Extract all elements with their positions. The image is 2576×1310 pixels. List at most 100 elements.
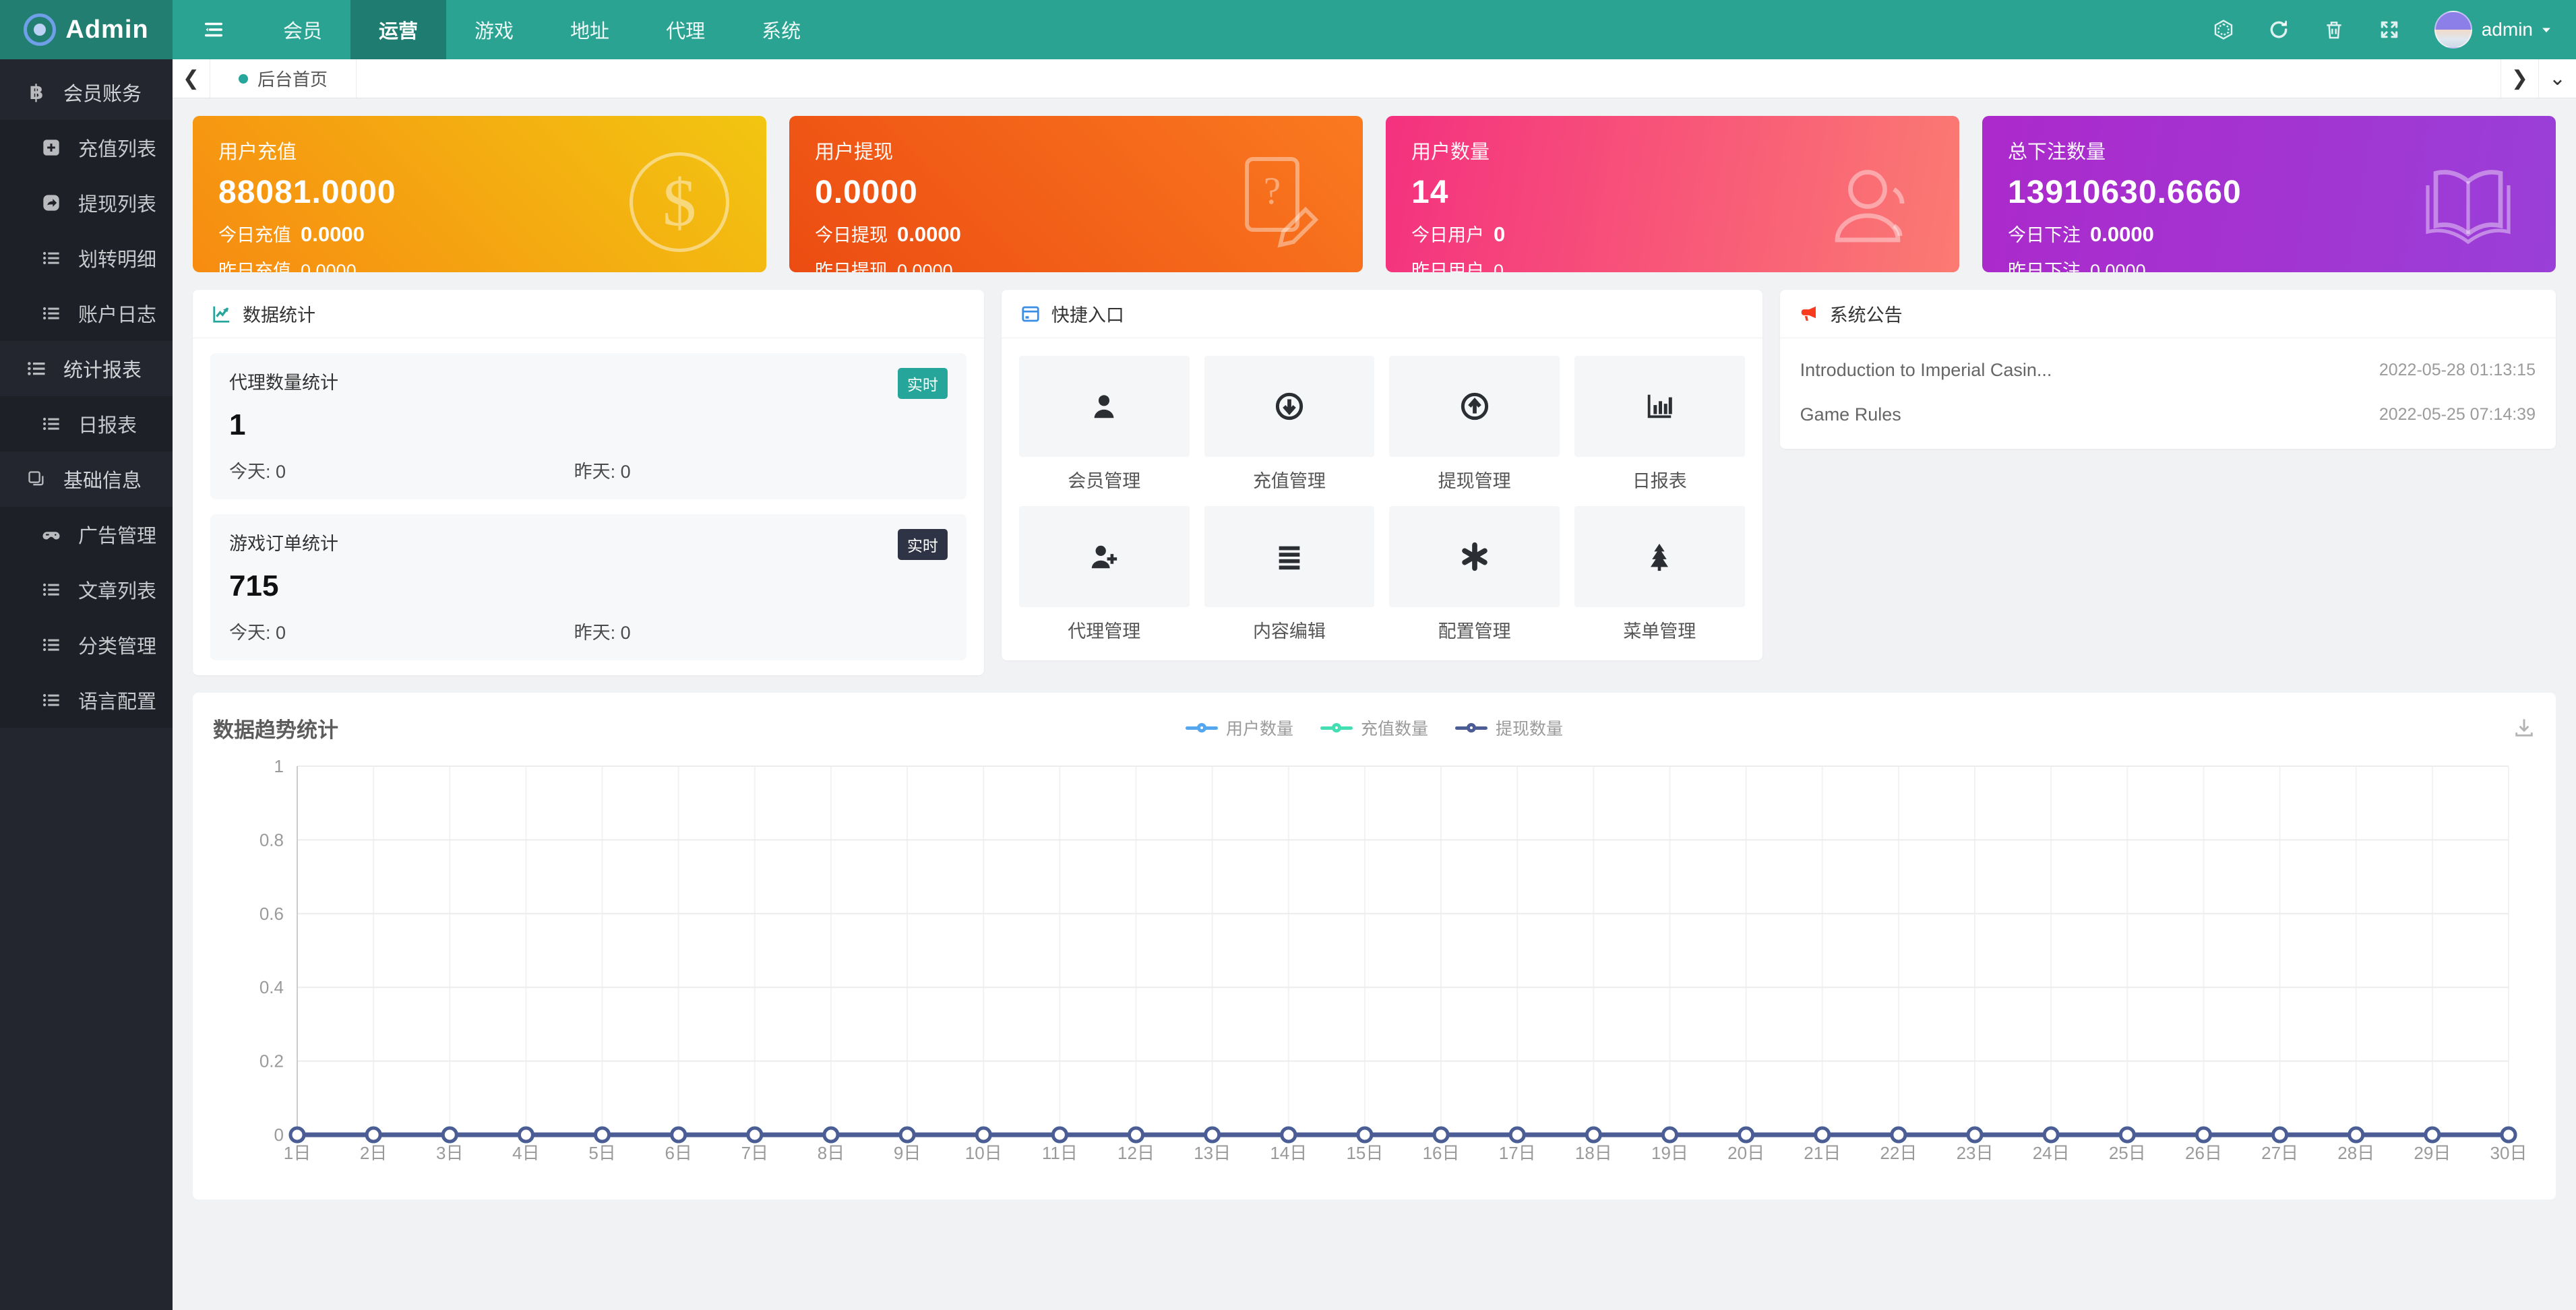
quick-entry-recharge-management[interactable]: 充值管理 xyxy=(1204,356,1375,493)
sidebar-item-label: 广告管理 xyxy=(78,520,156,549)
svg-text:?: ? xyxy=(1264,170,1281,212)
fullscreen-button[interactable] xyxy=(2362,19,2417,40)
quick-entry-content-edit[interactable]: 内容编辑 xyxy=(1204,506,1375,643)
username: admin xyxy=(2482,19,2533,40)
sidebar-item-label: 会员账务 xyxy=(63,78,142,106)
svg-text:0.8: 0.8 xyxy=(259,830,284,850)
svg-text:2日: 2日 xyxy=(360,1143,387,1163)
panel-title: 数据统计 xyxy=(243,301,315,327)
yesterday-label: 昨天: xyxy=(574,462,616,482)
clear-cache-button[interactable] xyxy=(2306,19,2362,40)
svg-text:29日: 29日 xyxy=(2414,1143,2451,1163)
quick-entry-daily-report[interactable]: 日报表 xyxy=(1574,356,1745,493)
tab-dashboard-home[interactable]: 后台首页 xyxy=(210,59,357,98)
tab-bar: ❮ 后台首页 ❯ ⌄ xyxy=(173,59,2576,98)
nav-item-member[interactable]: 会员 xyxy=(255,0,350,59)
sidebar-item-language-config[interactable]: 语言配置 xyxy=(0,673,173,728)
sidebar-item-daily-report[interactable]: 日报表 xyxy=(0,396,173,451)
announcement-item[interactable]: Game Rules 2022-05-25 07:14:39 xyxy=(1800,392,2536,437)
today-label: 今日用户 xyxy=(1411,220,1484,247)
system-announcement-panel: 系统公告 Introduction to Imperial Casin... 2… xyxy=(1780,290,2556,449)
theme-button[interactable] xyxy=(2196,19,2251,40)
bars-icon xyxy=(1274,541,1305,572)
legend-marker xyxy=(1455,721,1488,735)
main-menu: 会员 运营 游戏 地址 代理 系统 xyxy=(173,0,829,59)
legend-item-user-count[interactable]: 用户数量 xyxy=(1186,716,1293,740)
data-statistics-panel: 数据统计 代理数量统计 实时 1 今天: 0 昨天: 0 xyxy=(193,290,984,675)
svg-text:23日: 23日 xyxy=(1957,1143,1994,1163)
sidebar-item-member-accounts[interactable]: ฿ 会员账务 xyxy=(0,65,173,120)
trend-chart-panel: 数据趋势统计 用户数量 充值数量 提现数量 xyxy=(193,693,2556,1199)
yesterday-value: 0.0000 xyxy=(897,261,953,272)
sidebar-item-label: 划转明细 xyxy=(78,244,156,272)
refresh-icon xyxy=(2268,19,2290,40)
sidebar-item-category-management[interactable]: 分类管理 xyxy=(0,617,173,673)
realtime-badge: 实时 xyxy=(898,368,948,399)
realtime-badge: 实时 xyxy=(898,529,948,560)
nav-item-system[interactable]: 系统 xyxy=(733,0,829,59)
sidebar-item-label: 基础信息 xyxy=(63,465,142,493)
svg-text:10日: 10日 xyxy=(965,1143,1002,1163)
legend-marker xyxy=(1186,721,1218,735)
asterisk-icon xyxy=(1459,541,1490,572)
yesterday-label: 昨日下注 xyxy=(2008,256,2081,272)
brand-name: Admin xyxy=(65,15,148,44)
sidebar-item-label: 统计报表 xyxy=(63,354,142,383)
download-chart-button[interactable] xyxy=(2513,716,2536,739)
top-navbar: Admin 会员 运营 游戏 地址 代理 系统 admin xyxy=(0,0,2576,59)
table-window-icon xyxy=(1020,304,1041,324)
today-label: 今天: xyxy=(229,623,271,643)
sidebar-item-statistics-report[interactable]: 统计报表 xyxy=(0,341,173,396)
quick-entry-agent-management[interactable]: 代理管理 xyxy=(1019,506,1190,643)
quick-entry-member-management[interactable]: 会员管理 xyxy=(1019,356,1190,493)
hexagon-theme-icon xyxy=(2213,19,2234,40)
chart-line-icon xyxy=(212,304,232,324)
sidebar-toggle-button[interactable] xyxy=(173,0,255,59)
stat-card-total-bets: 总下注数量 13910630.6660 今日下注0.0000 昨日下注0.000… xyxy=(1982,116,2556,272)
share-square-icon xyxy=(39,193,63,212)
refresh-button[interactable] xyxy=(2251,19,2306,40)
svg-text:8日: 8日 xyxy=(818,1143,845,1163)
svg-text:0.2: 0.2 xyxy=(259,1051,284,1071)
tabs-scroll-left-button[interactable]: ❮ xyxy=(173,59,210,98)
legend-item-withdraw-count[interactable]: 提现数量 xyxy=(1455,716,1563,740)
sidebar-item-recharge-list[interactable]: 充值列表 xyxy=(0,120,173,175)
nav-item-agent[interactable]: 代理 xyxy=(638,0,733,59)
bitcoin-icon: ฿ xyxy=(24,81,49,104)
stat-cards-row: 用户充值 88081.0000 今日充值0.0000 昨日充值0.0000 $ … xyxy=(193,116,2556,272)
sidebar-item-account-log[interactable]: 账户日志 xyxy=(0,286,173,341)
sidebar-item-transfer-detail[interactable]: 划转明细 xyxy=(0,230,173,286)
quick-entry-withdraw-management[interactable]: 提现管理 xyxy=(1389,356,1560,493)
list-icon xyxy=(39,691,63,710)
tabs-menu-button[interactable]: ⌄ xyxy=(2538,59,2576,98)
block-title: 游戏订单统计 xyxy=(229,529,338,555)
nav-item-game[interactable]: 游戏 xyxy=(446,0,542,59)
nav-item-operation[interactable]: 运营 xyxy=(350,0,446,59)
sidebar-item-article-list[interactable]: 文章列表 xyxy=(0,562,173,617)
app-logo[interactable]: Admin xyxy=(0,0,173,59)
svg-text:0.6: 0.6 xyxy=(259,904,284,924)
sidebar: ฿ 会员账务 充值列表 提现列表 划转明细 账户日志 统计报表 日报表 xyxy=(0,59,173,1310)
quick-entry-menu-management[interactable]: 菜单管理 xyxy=(1574,506,1745,643)
sidebar-item-ad-management[interactable]: 广告管理 xyxy=(0,507,173,562)
sidebar-item-label: 充值列表 xyxy=(78,133,156,162)
trash-icon xyxy=(2323,19,2345,40)
sidebar-item-withdraw-list[interactable]: 提现列表 xyxy=(0,175,173,230)
sidebar-item-basic-info[interactable]: 基础信息 xyxy=(0,451,173,507)
yesterday-value: 0 xyxy=(1494,261,1504,272)
user-menu[interactable]: admin xyxy=(2482,19,2563,40)
sidebar-item-label: 语言配置 xyxy=(78,686,156,714)
today-label: 今日下注 xyxy=(2008,220,2081,247)
user-avatar[interactable] xyxy=(2434,11,2472,49)
legend-item-recharge-count[interactable]: 充值数量 xyxy=(1320,716,1428,740)
user-plus-icon xyxy=(1088,541,1120,572)
yesterday-label: 昨日提现 xyxy=(815,256,888,272)
announcement-item[interactable]: Introduction to Imperial Casin... 2022-0… xyxy=(1800,348,2536,392)
svg-text:22日: 22日 xyxy=(1880,1143,1917,1163)
tabs-scroll-right-button[interactable]: ❯ xyxy=(2501,59,2538,98)
block-title: 代理数量统计 xyxy=(229,368,338,394)
quick-entry-config-management[interactable]: 配置管理 xyxy=(1389,506,1560,643)
announcement-date: 2022-05-28 01:13:15 xyxy=(2379,361,2536,380)
svg-text:25日: 25日 xyxy=(2109,1143,2146,1163)
nav-item-address[interactable]: 地址 xyxy=(542,0,638,59)
